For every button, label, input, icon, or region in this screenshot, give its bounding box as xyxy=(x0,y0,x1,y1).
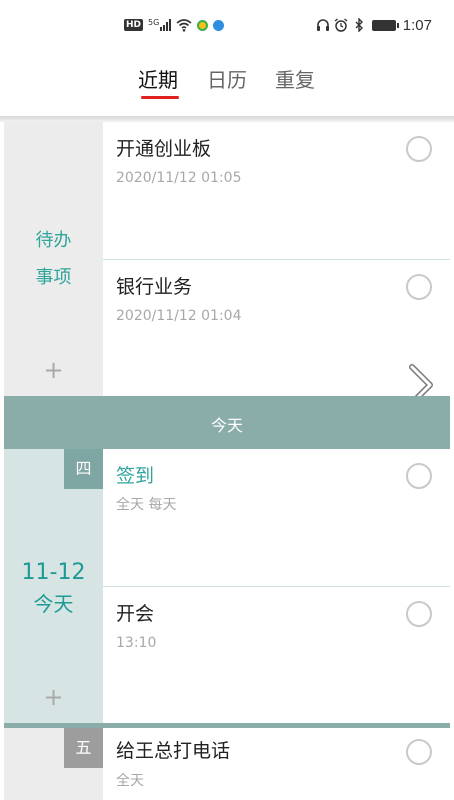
task-datetime: 2020/11/12 01:05 xyxy=(116,170,242,186)
task-complete-checkbox[interactable] xyxy=(406,463,432,489)
task-complete-checkbox[interactable] xyxy=(406,274,432,300)
pending-label-line2: 事项 xyxy=(35,267,72,288)
date-label: 11-12 xyxy=(21,560,86,585)
task-item[interactable]: 开会 13:10 xyxy=(103,587,450,723)
headset-icon xyxy=(316,19,329,31)
alarm-icon xyxy=(334,18,348,32)
signal-bars xyxy=(160,19,172,31)
hd-badge: HD xyxy=(124,19,144,31)
today-label: 今天 xyxy=(33,592,74,616)
pending-label-line1: 待办 xyxy=(35,230,72,251)
status-right: 1:07 xyxy=(316,16,432,34)
task-datetime: 2020/11/12 01:04 xyxy=(116,308,242,324)
bluetooth-icon xyxy=(355,18,363,32)
task-title: 签到 xyxy=(116,465,155,487)
task-title: 给王总打电话 xyxy=(116,740,231,762)
add-today-button[interactable]: + xyxy=(4,685,103,709)
task-complete-checkbox[interactable] xyxy=(406,739,432,765)
task-title: 银行业务 xyxy=(116,276,193,298)
signal-icon: 5G xyxy=(148,18,172,31)
tab-calendar[interactable]: 日历 xyxy=(207,67,247,93)
view-tabs: 近期 日历 重复 xyxy=(0,50,454,116)
task-datetime: 13:10 xyxy=(116,635,157,651)
wifi-icon xyxy=(176,19,192,32)
screen: HD 5G 1:07 近期 日历 重复 待办 事项 + 开通创业板 2020/1… xyxy=(0,0,454,800)
task-item[interactable]: 开通创业板 2020/11/12 01:05 xyxy=(103,122,450,259)
tab-repeat[interactable]: 重复 xyxy=(275,67,315,93)
app-notification-icon xyxy=(213,19,225,31)
status-bar: HD 5G 1:07 xyxy=(0,0,454,50)
task-item[interactable]: 给王总打电话 全天 xyxy=(103,728,450,800)
task-complete-checkbox[interactable] xyxy=(406,601,432,627)
task-item[interactable]: 银行业务 2020/11/12 01:04 xyxy=(103,260,450,396)
battery-icon xyxy=(371,19,399,31)
active-tab-indicator xyxy=(141,96,179,99)
today-column: 四 11-12 今天 + xyxy=(4,449,103,723)
task-datetime: 全天 xyxy=(116,773,144,789)
add-pending-button[interactable]: + xyxy=(4,358,103,382)
status-time: 1:07 xyxy=(402,16,432,34)
task-datetime: 全天 每天 xyxy=(116,497,177,513)
task-item[interactable]: 签到 全天 每天 xyxy=(103,449,450,586)
status-left: HD 5G xyxy=(124,17,225,33)
app-notification-icon xyxy=(197,19,209,31)
next-day-column: 五 xyxy=(4,728,103,800)
task-complete-checkbox[interactable] xyxy=(406,136,432,162)
today-section-header: 今天 xyxy=(4,396,450,449)
pending-column: 待办 事项 + xyxy=(4,122,103,396)
network-type: 5G xyxy=(148,18,160,27)
task-title: 开通创业板 xyxy=(116,138,212,160)
tab-recent[interactable]: 近期 xyxy=(138,67,178,93)
task-title: 开会 xyxy=(116,603,155,625)
weekday-badge: 四 xyxy=(64,449,103,489)
weekday-badge: 五 xyxy=(64,728,103,768)
